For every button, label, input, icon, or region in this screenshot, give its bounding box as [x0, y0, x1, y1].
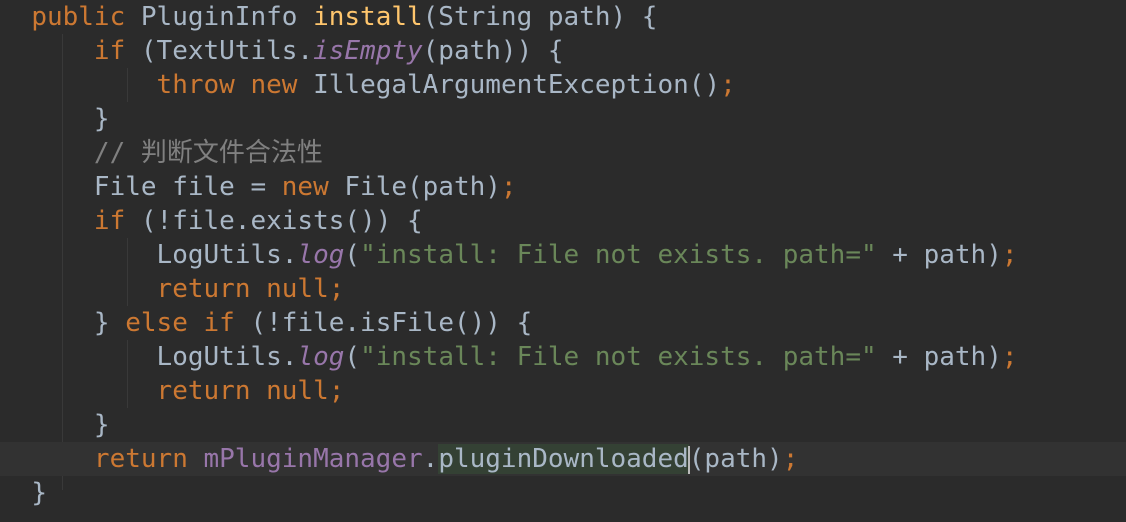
- code-line-7[interactable]: if (!file.exists()) {: [0, 204, 1126, 238]
- code-text: (path): [688, 444, 783, 474]
- keyword-return: return: [156, 376, 251, 406]
- keyword-new: new: [250, 70, 298, 100]
- code-line-6[interactable]: File file = new File(path);: [0, 170, 1126, 204]
- code-text: File file =: [93, 172, 282, 202]
- string-literal: "install: File not exists. path=": [360, 342, 877, 372]
- code-text: + path): [876, 342, 1002, 372]
- code-text: IllegalArgumentException(): [297, 70, 721, 100]
- keyword-null: null: [266, 274, 329, 304]
- keyword-return: return: [156, 274, 251, 304]
- code-line-10[interactable]: } else if (!file.isFile()) {: [0, 306, 1126, 340]
- keyword-if: if: [203, 308, 235, 338]
- keyword-null: null: [266, 376, 329, 406]
- code-text: (TextUtils.: [125, 36, 314, 66]
- static-method-log: log: [297, 342, 345, 372]
- keyword-throw: throw: [156, 70, 235, 100]
- closing-brace: }: [93, 308, 126, 338]
- code-line-9[interactable]: return null;: [0, 272, 1126, 306]
- code-text: (: [344, 240, 361, 270]
- static-method-isEmpty: isEmpty: [313, 36, 423, 66]
- keyword-new: new: [281, 172, 329, 202]
- keyword-if: if: [93, 36, 126, 66]
- keyword-public: public: [31, 2, 126, 32]
- code-editor[interactable]: public PluginInfo install(String path) {…: [0, 0, 1126, 522]
- code-text: (!file.isFile()) {: [234, 308, 533, 338]
- semicolon: ;: [328, 376, 345, 406]
- static-method-log: log: [297, 240, 345, 270]
- code-text: File(path): [328, 172, 501, 202]
- semicolon: ;: [782, 444, 799, 474]
- semicolon: ;: [328, 274, 345, 304]
- keyword-return: return: [93, 444, 188, 474]
- semicolon: ;: [720, 70, 736, 100]
- code-line-12[interactable]: return null;: [0, 374, 1126, 408]
- code-text: LogUtils.: [156, 240, 298, 270]
- code-line-5[interactable]: // 判断文件合法性: [0, 136, 1126, 170]
- dot-operator: .: [422, 444, 439, 474]
- code-text: + path): [876, 240, 1002, 270]
- method-name-install: install: [313, 2, 423, 32]
- method-params: (String path) {: [422, 2, 658, 32]
- code-line-1[interactable]: public PluginInfo install(String path) {: [0, 0, 1126, 34]
- code-line-15[interactable]: }: [0, 476, 1126, 510]
- field-mPluginManager: mPluginManager: [203, 444, 423, 474]
- closing-brace: }: [31, 478, 47, 508]
- code-line-13[interactable]: }: [0, 408, 1126, 442]
- semicolon: ;: [1001, 240, 1018, 270]
- code-line-11[interactable]: LogUtils.log("install: File not exists. …: [0, 340, 1126, 374]
- semicolon: ;: [500, 172, 517, 202]
- code-text: (: [344, 342, 361, 372]
- closing-brace: }: [93, 410, 110, 440]
- code-text: (path)) {: [422, 36, 564, 66]
- code-text: (!file.exists()) {: [125, 206, 423, 236]
- closing-brace: }: [93, 104, 110, 134]
- comment: // 判断文件合法性: [93, 138, 323, 168]
- code-line-14-current[interactable]: return mPluginManager.pluginDownloaded(p…: [0, 442, 1126, 476]
- code-text: LogUtils.: [156, 342, 298, 372]
- keyword-else: else: [125, 308, 188, 338]
- semicolon: ;: [1001, 342, 1018, 372]
- code-line-2[interactable]: if (TextUtils.isEmpty(path)) {: [0, 34, 1126, 68]
- code-line-4[interactable]: }: [0, 102, 1126, 136]
- keyword-if: if: [93, 206, 126, 236]
- method-call-pluginDownloaded: pluginDownloaded: [438, 444, 689, 474]
- code-line-8[interactable]: LogUtils.log("install: File not exists. …: [0, 238, 1126, 272]
- return-type: PluginInfo: [125, 2, 314, 32]
- code-line-3[interactable]: throw new IllegalArgumentException();: [0, 68, 1126, 102]
- string-literal: "install: File not exists. path=": [360, 240, 877, 270]
